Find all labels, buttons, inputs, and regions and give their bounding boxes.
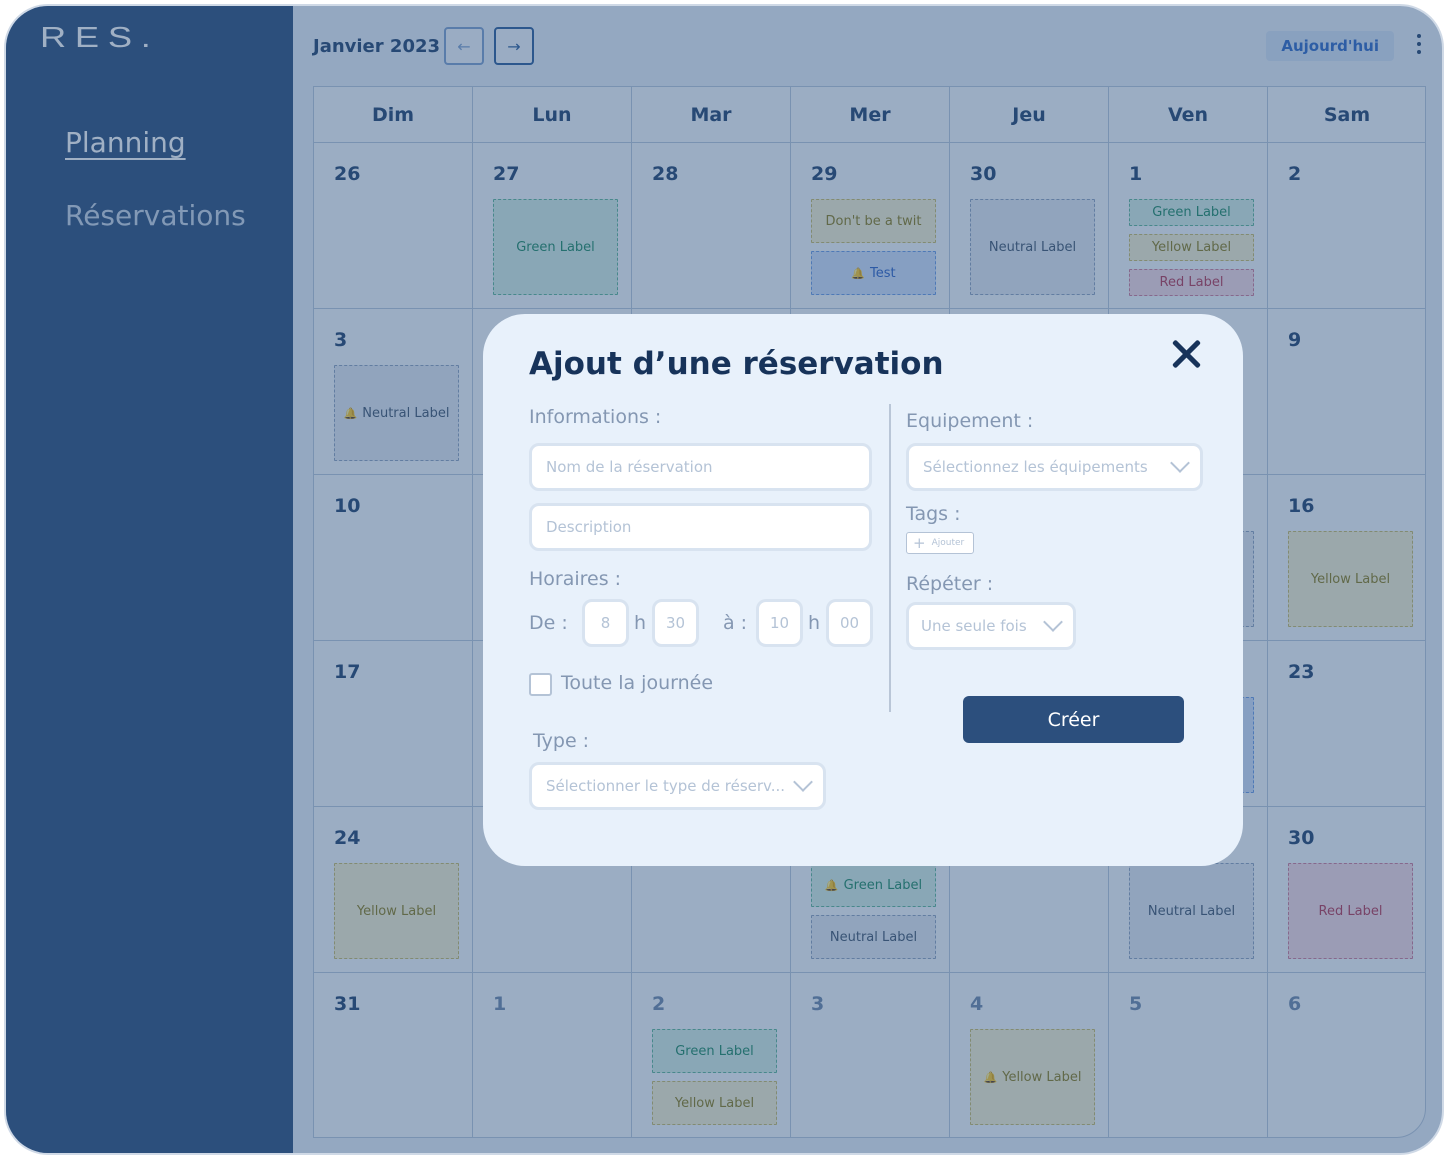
description-input[interactable]: Description bbox=[529, 503, 872, 551]
horaires-label: Horaires : bbox=[529, 568, 622, 590]
repeat-label: Répéter : bbox=[906, 573, 994, 595]
type-label: Type : bbox=[533, 730, 590, 752]
create-button[interactable]: Créer bbox=[963, 696, 1184, 743]
reservation-name-input[interactable]: Nom de la réservation bbox=[529, 443, 872, 491]
start-minute-input[interactable]: 30 bbox=[652, 599, 699, 647]
add-reservation-modal: Ajout d’une réservation Informations : N… bbox=[483, 314, 1243, 866]
start-h-separator: h bbox=[634, 612, 647, 634]
column-divider bbox=[889, 404, 891, 712]
modal-title: Ajout d’une réservation bbox=[529, 346, 944, 382]
equipment-placeholder: Sélectionnez les équipements bbox=[923, 458, 1148, 476]
all-day-label: Toute la journée bbox=[561, 672, 714, 694]
add-tag-label: Ajouter bbox=[931, 538, 965, 548]
add-tag-button[interactable]: + Ajouter bbox=[906, 532, 974, 554]
end-h-separator: h bbox=[808, 612, 821, 634]
equipment-select[interactable]: Sélectionnez les équipements bbox=[906, 443, 1203, 491]
plus-icon: + bbox=[913, 534, 926, 552]
reservation-type-select[interactable]: Sélectionner le type de réserv... bbox=[529, 762, 826, 810]
to-label: à : bbox=[723, 612, 748, 634]
repeat-value: Une seule fois bbox=[921, 617, 1027, 635]
chevron-down-icon bbox=[1170, 458, 1186, 474]
end-hour-input[interactable]: 10 bbox=[756, 599, 803, 647]
start-hour-input[interactable]: 8 bbox=[582, 599, 629, 647]
chevron-down-icon bbox=[1043, 617, 1059, 633]
all-day-checkbox[interactable] bbox=[529, 673, 552, 696]
close-icon[interactable] bbox=[1169, 336, 1203, 370]
informations-label: Informations : bbox=[529, 406, 662, 428]
tags-label: Tags : bbox=[906, 503, 961, 525]
chevron-down-icon bbox=[793, 777, 809, 793]
end-minute-input[interactable]: 00 bbox=[826, 599, 873, 647]
from-label: De : bbox=[529, 612, 568, 634]
repeat-select[interactable]: Une seule fois bbox=[906, 602, 1076, 650]
reservation-type-placeholder: Sélectionner le type de réserv... bbox=[546, 777, 786, 795]
app-window: RES. Planning Réservations Janvier 2023 … bbox=[4, 4, 1444, 1155]
equipement-label: Equipement : bbox=[906, 410, 1034, 432]
